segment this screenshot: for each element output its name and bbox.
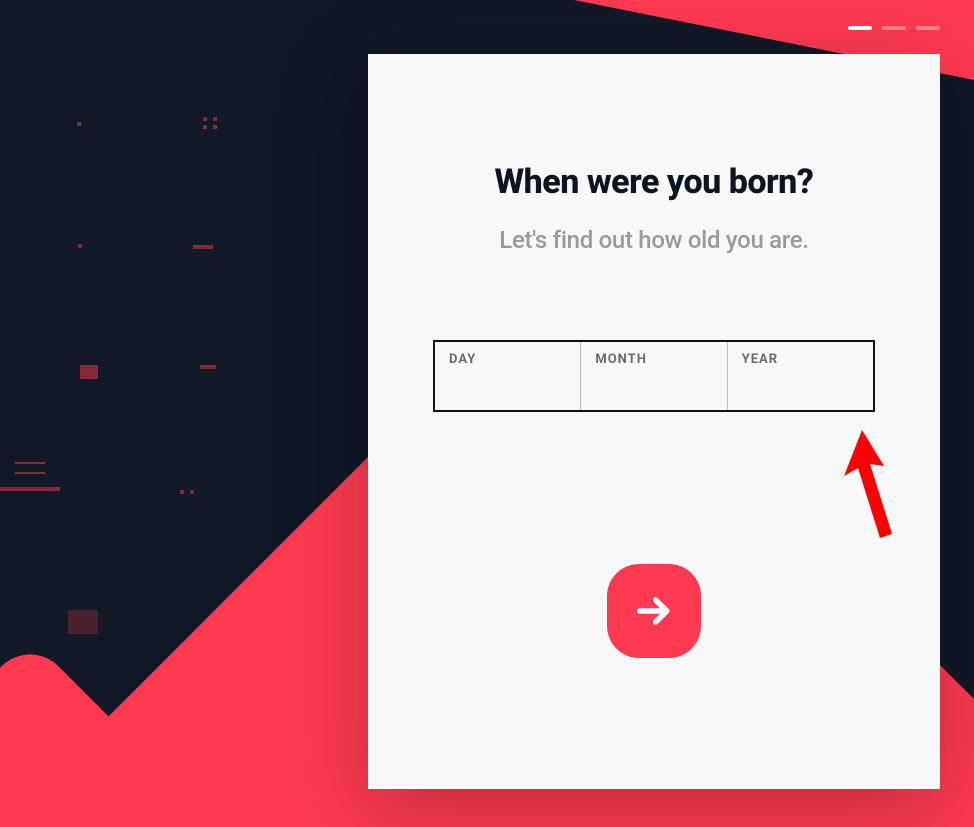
year-label: YEAR — [742, 352, 859, 367]
year-field-wrapper: YEAR — [727, 342, 873, 410]
day-field-wrapper: DAY — [435, 342, 580, 410]
card-title: When were you born? — [428, 162, 880, 202]
year-input[interactable] — [742, 373, 859, 396]
birthdate-card: When were you born? Let's find out how o… — [368, 54, 940, 789]
progress-indicator — [848, 26, 940, 30]
day-input[interactable] — [449, 373, 566, 396]
day-label: DAY — [449, 352, 566, 367]
date-input-group: DAY MONTH YEAR — [433, 340, 875, 412]
progress-step-3 — [916, 26, 940, 30]
next-button[interactable] — [607, 564, 701, 658]
month-field-wrapper: MONTH — [580, 342, 726, 410]
progress-step-1 — [848, 26, 872, 30]
arrow-right-icon — [635, 592, 673, 630]
card-subtitle: Let's find out how old you are. — [428, 226, 880, 254]
annotation-arrow-icon — [840, 430, 900, 544]
progress-step-2 — [882, 26, 906, 30]
month-input[interactable] — [595, 373, 712, 396]
month-label: MONTH — [595, 352, 712, 367]
